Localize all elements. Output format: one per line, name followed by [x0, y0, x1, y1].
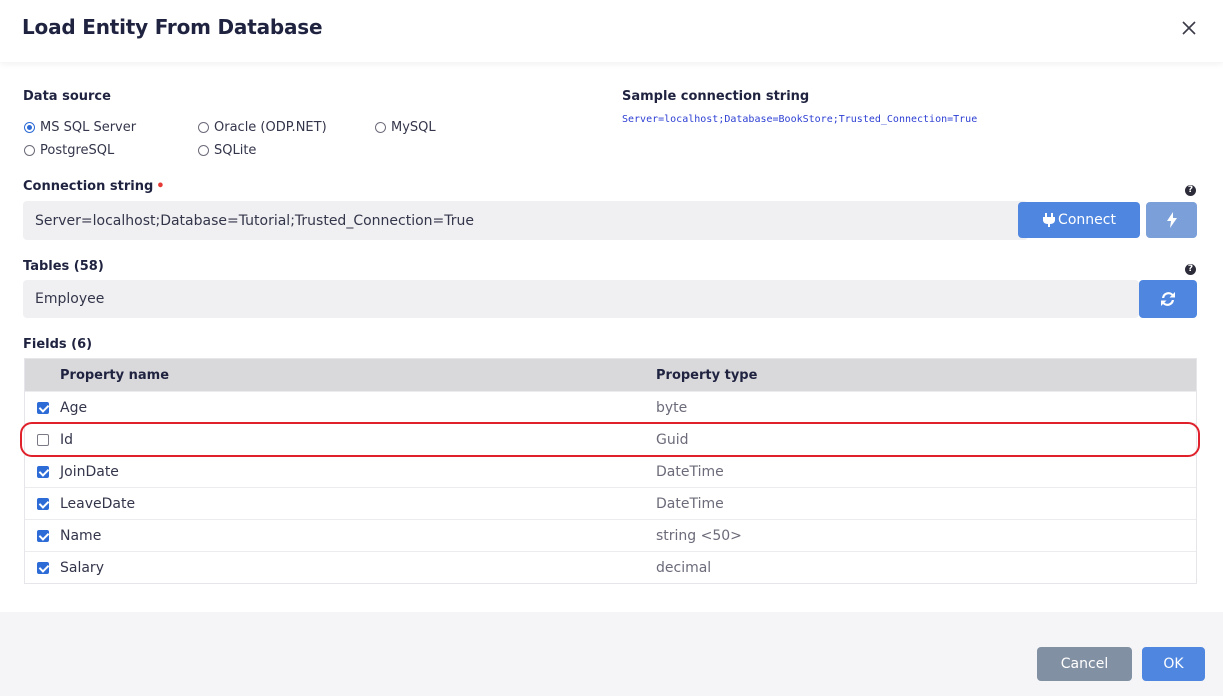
- row-check-cell: [25, 561, 60, 574]
- row-checkbox[interactable]: [36, 401, 49, 414]
- property-type-cell: DateTime: [656, 495, 724, 512]
- radio-sqlite[interactable]: SQLite: [198, 143, 256, 158]
- table-row[interactable]: Name string <50>: [25, 519, 1196, 551]
- dialog-title: Load Entity From Database: [22, 15, 323, 39]
- radio-label: MS SQL Server: [40, 120, 137, 135]
- help-icon[interactable]: ?: [1185, 185, 1196, 196]
- tables-label: Tables (58): [23, 259, 104, 274]
- radio-button[interactable]: [198, 145, 209, 156]
- radio-button[interactable]: [24, 122, 35, 133]
- column-header-property-name[interactable]: Property name: [60, 368, 656, 383]
- property-type-cell: byte: [656, 399, 688, 416]
- radio-label: SQLite: [214, 143, 257, 158]
- row-checkbox[interactable]: [36, 561, 49, 574]
- row-check-cell: [25, 497, 60, 510]
- property-name-cell: JoinDate: [60, 463, 119, 480]
- property-name-cell: Id: [60, 431, 74, 448]
- row-check-cell: [25, 465, 60, 478]
- radio-button[interactable]: [375, 122, 386, 133]
- connection-string-label: Connection string •: [23, 179, 165, 194]
- column-header-property-type[interactable]: Property type: [656, 368, 1196, 383]
- row-check-cell: [25, 433, 60, 446]
- connect-button[interactable]: Connect: [1018, 202, 1140, 238]
- connection-string-label-text: Connection string: [23, 179, 154, 194]
- bolt-icon: [1166, 212, 1177, 228]
- property-name-cell: Age: [60, 399, 88, 416]
- table-row[interactable]: Age byte: [25, 391, 1196, 423]
- property-type-cell: DateTime: [656, 463, 724, 480]
- radio-postgresql[interactable]: PostgreSQL: [24, 143, 114, 158]
- refresh-icon: [1161, 292, 1175, 306]
- property-name-cell: Salary: [60, 559, 104, 576]
- row-checkbox[interactable]: [36, 433, 49, 446]
- fields-table: Property name Property type Age byte Id …: [24, 358, 1197, 584]
- radio-button[interactable]: [24, 145, 35, 156]
- row-check-cell: [25, 401, 60, 414]
- row-checkbox[interactable]: [36, 497, 49, 510]
- required-indicator: •: [156, 179, 165, 194]
- radio-label: MySQL: [391, 120, 436, 135]
- data-source-label: Data source: [23, 89, 111, 104]
- quick-connect-button[interactable]: [1146, 202, 1197, 238]
- fields-label: Fields (6): [23, 337, 93, 352]
- ok-button[interactable]: OK: [1142, 647, 1205, 681]
- table-header: Property name Property type: [25, 359, 1196, 391]
- row-check-cell: [25, 529, 60, 542]
- radio-ms-sql-server[interactable]: MS SQL Server: [24, 120, 136, 135]
- dialog-header: Load Entity From Database: [0, 0, 1223, 62]
- row-checkbox[interactable]: [36, 529, 49, 542]
- help-icon[interactable]: ?: [1185, 264, 1196, 275]
- plug-icon: [1043, 213, 1056, 227]
- radio-mysql[interactable]: MySQL: [375, 120, 436, 135]
- radio-button[interactable]: [198, 122, 209, 133]
- table-row[interactable]: Id Guid: [25, 423, 1196, 455]
- sample-connection-label: Sample connection string: [622, 89, 810, 104]
- refresh-tables-button[interactable]: [1139, 280, 1197, 318]
- cancel-button[interactable]: Cancel: [1037, 647, 1132, 681]
- sample-connection-string: Server=localhost;Database=BookStore;Trus…: [622, 114, 978, 125]
- table-row[interactable]: JoinDate DateTime: [25, 455, 1196, 487]
- connection-string-input[interactable]: Server=localhost;Database=Tutorial;Trust…: [23, 201, 1028, 240]
- row-checkbox[interactable]: [36, 465, 49, 478]
- connect-button-label: Connect: [1058, 212, 1116, 228]
- radio-label: PostgreSQL: [40, 143, 115, 158]
- table-row[interactable]: Salary decimal: [25, 551, 1196, 583]
- property-type-cell: string <50>: [656, 527, 742, 544]
- property-type-cell: decimal: [656, 559, 712, 576]
- property-type-cell: Guid: [656, 431, 689, 448]
- table-row[interactable]: LeaveDate DateTime: [25, 487, 1196, 519]
- radio-label: Oracle (ODP.NET): [214, 120, 327, 135]
- property-name-cell: Name: [60, 527, 102, 544]
- radio-oracle[interactable]: Oracle (ODP.NET): [198, 120, 327, 135]
- tables-select[interactable]: Employee: [23, 280, 1139, 318]
- close-icon[interactable]: [1175, 14, 1203, 42]
- property-name-cell: LeaveDate: [60, 495, 136, 512]
